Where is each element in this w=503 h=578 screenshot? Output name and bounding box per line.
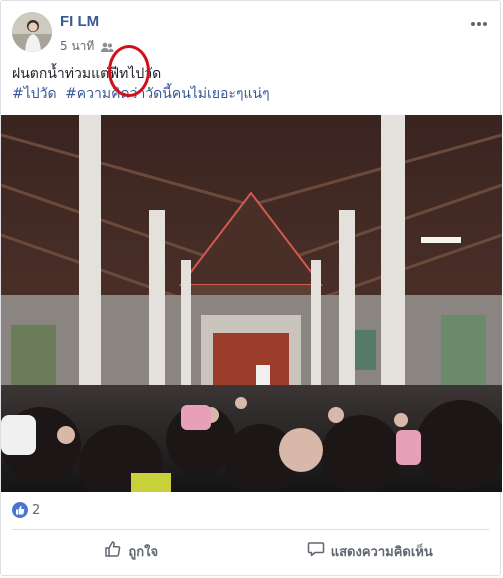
like-button-label: ถูกใจ bbox=[128, 544, 159, 560]
comment-button[interactable]: แสดงความคิดเห็น bbox=[251, 534, 490, 568]
comment-icon bbox=[307, 540, 325, 562]
post-header: FI LM 5 นาที bbox=[12, 12, 490, 56]
author-name[interactable]: FI LM bbox=[60, 13, 99, 30]
post-message: ฝนตกน้ำท่วมแต่ฟีทไปวัด bbox=[12, 66, 162, 82]
like-icon bbox=[12, 502, 28, 518]
post-card: FI LM 5 นาที ฝนตกน้ำท่วมแต่ฟีทไปวัด #ไปว… bbox=[0, 0, 502, 576]
divider bbox=[12, 529, 489, 530]
post-photo[interactable] bbox=[1, 115, 502, 492]
more-options-icon[interactable] bbox=[468, 14, 490, 32]
reaction-count: 2 bbox=[32, 502, 41, 518]
comment-button-label: แสดงความคิดเห็น bbox=[330, 544, 433, 560]
avatar[interactable] bbox=[12, 12, 52, 52]
hashtag-link[interactable]: #ความคิดว่าวัดนี้คนไม่เยอะๆแน่ๆ bbox=[65, 86, 270, 102]
post-timestamp[interactable]: 5 นาที bbox=[60, 37, 94, 56]
group-icon bbox=[100, 40, 114, 54]
hashtag-link[interactable]: #ไปวัด bbox=[12, 86, 57, 102]
action-bar: ถูกใจ แสดงความคิดเห็น bbox=[12, 534, 489, 568]
post-body: ฝนตกน้ำท่วมแต่ฟีทไปวัด #ไปวัด #ความคิดว่… bbox=[12, 64, 490, 104]
thumbs-up-icon bbox=[104, 540, 122, 562]
like-button[interactable]: ถูกใจ bbox=[12, 534, 251, 568]
reaction-summary[interactable]: 2 bbox=[12, 499, 40, 521]
post-meta: 5 นาที bbox=[60, 37, 114, 56]
hashtag-list: #ไปวัด #ความคิดว่าวัดนี้คนไม่เยอะๆแน่ๆ bbox=[12, 84, 490, 104]
